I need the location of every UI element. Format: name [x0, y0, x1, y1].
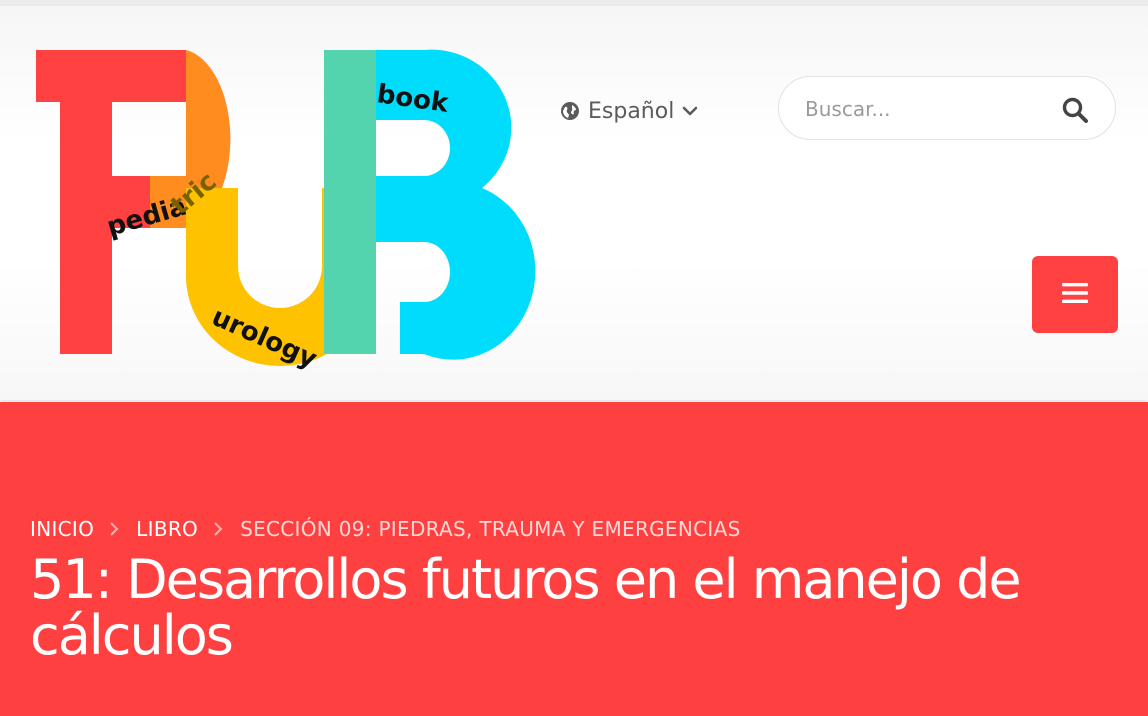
breadcrumb-item-libro[interactable]: LIBRO — [136, 517, 198, 541]
search-icon[interactable] — [1061, 96, 1089, 124]
language-label: Español — [588, 98, 675, 124]
site-header: pedia tric urology book Español — [0, 6, 1148, 400]
chevron-down-icon — [682, 105, 698, 117]
language-selector[interactable]: Español — [560, 94, 698, 128]
hamburger-icon — [1062, 282, 1088, 308]
globe-icon — [560, 101, 580, 121]
chevron-right-icon — [198, 519, 240, 539]
search-box — [778, 76, 1116, 140]
breadcrumb-item-current: SECCIÓN 09: PIEDRAS, TRAUMA Y EMERGENCIA… — [240, 517, 741, 541]
breadcrumb: INICIO LIBRO SECCIÓN 09: PIEDRAS, TRAUMA… — [30, 514, 741, 544]
chevron-right-icon — [94, 519, 136, 539]
site-logo[interactable]: pedia tric urology book — [30, 38, 540, 375]
breadcrumb-item-inicio[interactable]: INICIO — [30, 517, 94, 541]
page-hero: INICIO LIBRO SECCIÓN 09: PIEDRAS, TRAUMA… — [0, 402, 1148, 716]
page-title: 51: Desarrollos futuros en el manejo de … — [30, 548, 1022, 667]
menu-button[interactable] — [1032, 256, 1118, 333]
search-input[interactable] — [803, 91, 1047, 127]
